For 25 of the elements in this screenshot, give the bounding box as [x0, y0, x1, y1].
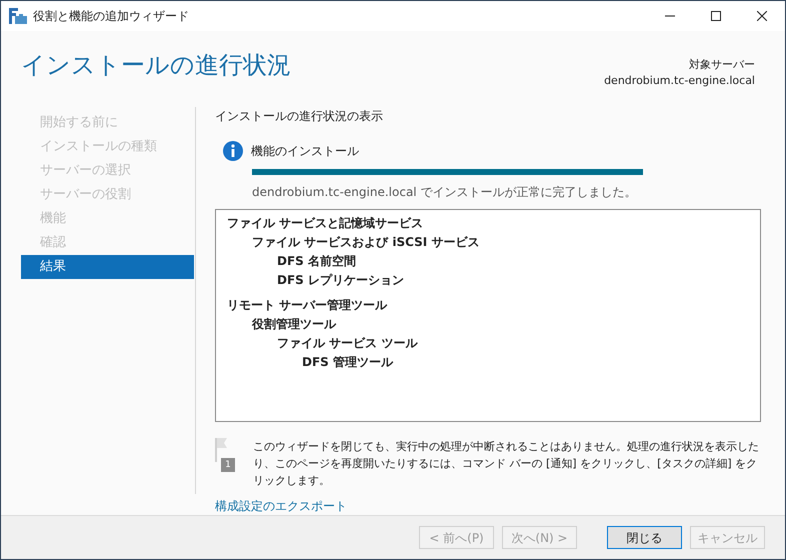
result-item: DFS レプリケーション — [276, 272, 405, 290]
window-title: 役割と機能の追加ウィザード — [33, 8, 189, 25]
section-heading: インストールの進行状況の表示 — [215, 108, 384, 126]
target-label: 対象サーバー — [688, 57, 755, 73]
sidebar-item[interactable]: 結果 — [21, 255, 194, 280]
page-title: インストールの進行状況 — [21, 50, 291, 81]
close-icon — [757, 11, 767, 21]
flag-icon — [215, 438, 229, 462]
result-item: ファイル サービスと記憶域サービス — [227, 215, 424, 232]
status-message: dendrobium.tc-engine.local でインストールが正常に完了しました。 — [252, 184, 638, 202]
app-icon — [9, 8, 27, 24]
info-icon — [223, 141, 243, 162]
notice-text: このウィザードを閉じても、実行中の処理が中断されることはありません。処理の進行状況を表示したり、このページを再度開いたりするには、コマンド バーの [通知] をクリックし、[タスクの詳細] をクリックします。 — [253, 439, 760, 490]
result-item: リモート サーバー管理ツール — [227, 297, 388, 314]
result-item: 役割管理ツール — [250, 316, 338, 334]
result-item: DFS 管理ツール — [301, 354, 394, 372]
wizard-button[interactable]: 閉じる — [607, 526, 682, 550]
status-title: 機能のインストール — [251, 143, 359, 160]
export-link[interactable]: 構成設定のエクスポート — [215, 497, 347, 516]
notification-count: 1 — [221, 458, 235, 472]
result-item: ファイル サービス ツール — [276, 335, 419, 352]
maximize-icon — [711, 11, 721, 21]
target-server: dendrobium.tc-engine.local — [604, 73, 755, 89]
result-item: ファイル サービスおよび iSCSI サービス — [251, 234, 480, 252]
result-item: DFS 名前空間 — [276, 253, 357, 270]
